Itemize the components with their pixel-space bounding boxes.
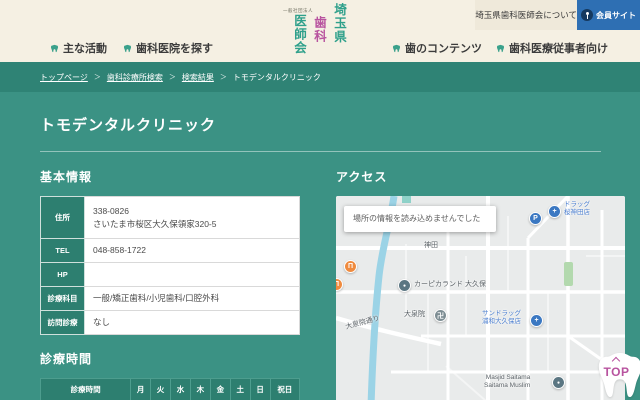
- row-label: 訪問診療: [40, 310, 85, 335]
- nav-label: 歯のコンテンツ: [405, 43, 482, 55]
- site-logo[interactable]: 一般社団法人 埼玉県 歯科 医師会: [283, 3, 349, 61]
- label-line: Saitama Muslim: [484, 382, 531, 390]
- drugstore-icon[interactable]: +: [548, 205, 561, 218]
- page-title: トモデンタルクリニック: [40, 117, 217, 134]
- map-label-carwash: カーピカランド 大久保: [414, 281, 486, 288]
- row-value: 048-858-1722: [84, 238, 300, 263]
- main-content: トモデンタルクリニック 基本情報 住所 338-0826 さいたま市桜区大久保領…: [0, 92, 640, 400]
- map-label-drugstore-sakurakanda: ドラッグ 桜神田店: [564, 201, 590, 217]
- breadcrumb-separator: ＞: [93, 74, 101, 81]
- breadcrumb-current: トモデンタルクリニック: [232, 72, 321, 82]
- breadcrumb-results[interactable]: 検索結果: [182, 72, 214, 83]
- parking-icon[interactable]: P: [529, 212, 542, 225]
- row-label: TEL: [40, 238, 85, 263]
- address-text: さいたま市桜区大久保領家320-5: [93, 218, 217, 229]
- carwash-icon[interactable]: ●: [398, 279, 411, 292]
- hours-col-sat: 土: [229, 378, 251, 400]
- logo-text: 埼玉県 歯科 医師会: [289, 3, 349, 61]
- drugstore-icon[interactable]: +: [530, 314, 543, 327]
- site-header: 埼玉県歯科医師会について 会員サイト 一般社団法人 埼玉県 歯科 医師会 主な活…: [0, 0, 640, 62]
- table-row-hp: HP: [40, 262, 300, 287]
- row-value: [84, 262, 300, 287]
- hours-col-header: 診療時間: [39, 378, 132, 400]
- nav-item-professionals[interactable]: 歯科医療従事者向け: [496, 40, 608, 56]
- mosque-icon[interactable]: ●: [552, 376, 565, 389]
- title-divider: [40, 151, 601, 152]
- hours-col-wed: 水: [170, 378, 191, 400]
- label-line: ドラッグ: [564, 201, 590, 208]
- breadcrumb-search[interactable]: 歯科診療所検索: [107, 72, 163, 83]
- logo-col-middle: 歯科: [312, 16, 326, 43]
- nav-label: 歯科医院を探す: [136, 43, 213, 55]
- shrine-icon[interactable]: Π: [344, 260, 357, 273]
- back-to-top-button[interactable]: TOP: [593, 348, 640, 400]
- hours-col-holiday: 祝日: [269, 378, 301, 400]
- top-button-label: TOP: [603, 365, 630, 379]
- label-line: 浦和大久保店: [482, 318, 521, 326]
- logo-col-left: 医師会: [292, 14, 306, 55]
- member-site-label: 会員サイト: [596, 10, 636, 20]
- hours-col-tue: 火: [150, 378, 172, 400]
- about-association-link[interactable]: 埼玉県歯科医師会について: [475, 0, 577, 30]
- row-label: HP: [40, 262, 85, 287]
- table-row-departments: 診療科目 一般/矯正歯科/小児歯科/口腔外科: [40, 286, 300, 311]
- row-value: なし: [84, 310, 300, 335]
- nav-label: 主な活動: [63, 43, 107, 55]
- map-error-text: 場所の情報を読み込めませんでした: [353, 214, 481, 223]
- table-row-home-visit: 訪問診療 なし: [40, 310, 300, 335]
- breadcrumb: トップページ ＞ 歯科診療所検索 ＞ 検索結果 ＞ トモデンタルクリニック: [0, 62, 640, 92]
- breadcrumb-separator: ＞: [168, 74, 176, 81]
- nav-label: 歯科医療従事者向け: [509, 43, 608, 55]
- hours-col-mon: 月: [130, 378, 152, 400]
- table-row-tel: TEL 048-858-1722: [40, 238, 300, 263]
- hours-header-row: 診療時間 月 火 水 木 金 土 日 祝日: [39, 378, 301, 400]
- map-error-infowindow: 場所の情報を読み込めませんでした: [344, 206, 496, 232]
- row-label: 診療科目: [40, 286, 85, 311]
- basic-info-heading: 基本情報: [40, 170, 93, 184]
- row-label: 住所: [40, 196, 85, 239]
- keyhole-icon: [581, 9, 593, 21]
- hours-col-thu: 木: [189, 378, 211, 400]
- postal-code: 338-0826: [93, 205, 129, 216]
- map-label-kanda-area: 神田: [424, 242, 438, 249]
- map-label-mosque: Masjid Saitama Saitama Muslim: [484, 374, 530, 390]
- nav-item-find-clinic[interactable]: 歯科医院を探す: [123, 40, 213, 56]
- hours-heading: 診療時間: [40, 352, 93, 366]
- page: 埼玉県歯科医師会について 会員サイト 一般社団法人 埼玉県 歯科 医師会 主な活…: [0, 0, 640, 400]
- map-label-sundrug: サンドラッグ 浦和大久保店: [482, 310, 521, 326]
- access-heading: アクセス: [336, 170, 388, 184]
- table-row-address: 住所 338-0826 さいたま市桜区大久保領家320-5: [40, 196, 300, 239]
- label-line: Masjid Saitama: [485, 374, 531, 381]
- hours-col-sun: 日: [249, 378, 271, 400]
- tooth-bullet-icon: [392, 44, 401, 52]
- row-value: 338-0826 さいたま市桜区大久保領家320-5: [84, 196, 300, 239]
- tooth-bullet-icon: [50, 44, 59, 52]
- hours-table: 診療時間 月 火 水 木 金 土 日 祝日: [39, 378, 301, 400]
- logo-col-right: 埼玉県: [332, 3, 346, 44]
- nav-item-activities[interactable]: 主な活動: [50, 40, 107, 56]
- breadcrumb-home[interactable]: トップページ: [40, 72, 88, 83]
- basic-info-table: 住所 338-0826 さいたま市桜区大久保領家320-5 TEL 048-85…: [40, 196, 300, 335]
- label-line: サンドラッグ: [482, 310, 521, 317]
- tooth-bullet-icon: [496, 44, 505, 52]
- label-line: 桜神田店: [564, 209, 590, 217]
- map-label-temple: 大泉院: [404, 311, 425, 318]
- breadcrumb-separator: ＞: [219, 74, 227, 81]
- tooth-bullet-icon: [123, 44, 132, 52]
- google-map[interactable]: ーマート 上神田店 ドラッグ 桜神田店 神田 大泉院通り カーピカランド 大久保…: [336, 196, 625, 400]
- hours-col-fri: 金: [209, 378, 231, 400]
- nav-item-tooth-contents[interactable]: 歯のコンテンツ: [392, 40, 482, 56]
- member-site-button[interactable]: 会員サイト: [577, 0, 640, 30]
- temple-icon[interactable]: 卍: [434, 309, 447, 322]
- row-value: 一般/矯正歯科/小児歯科/口腔外科: [84, 286, 300, 311]
